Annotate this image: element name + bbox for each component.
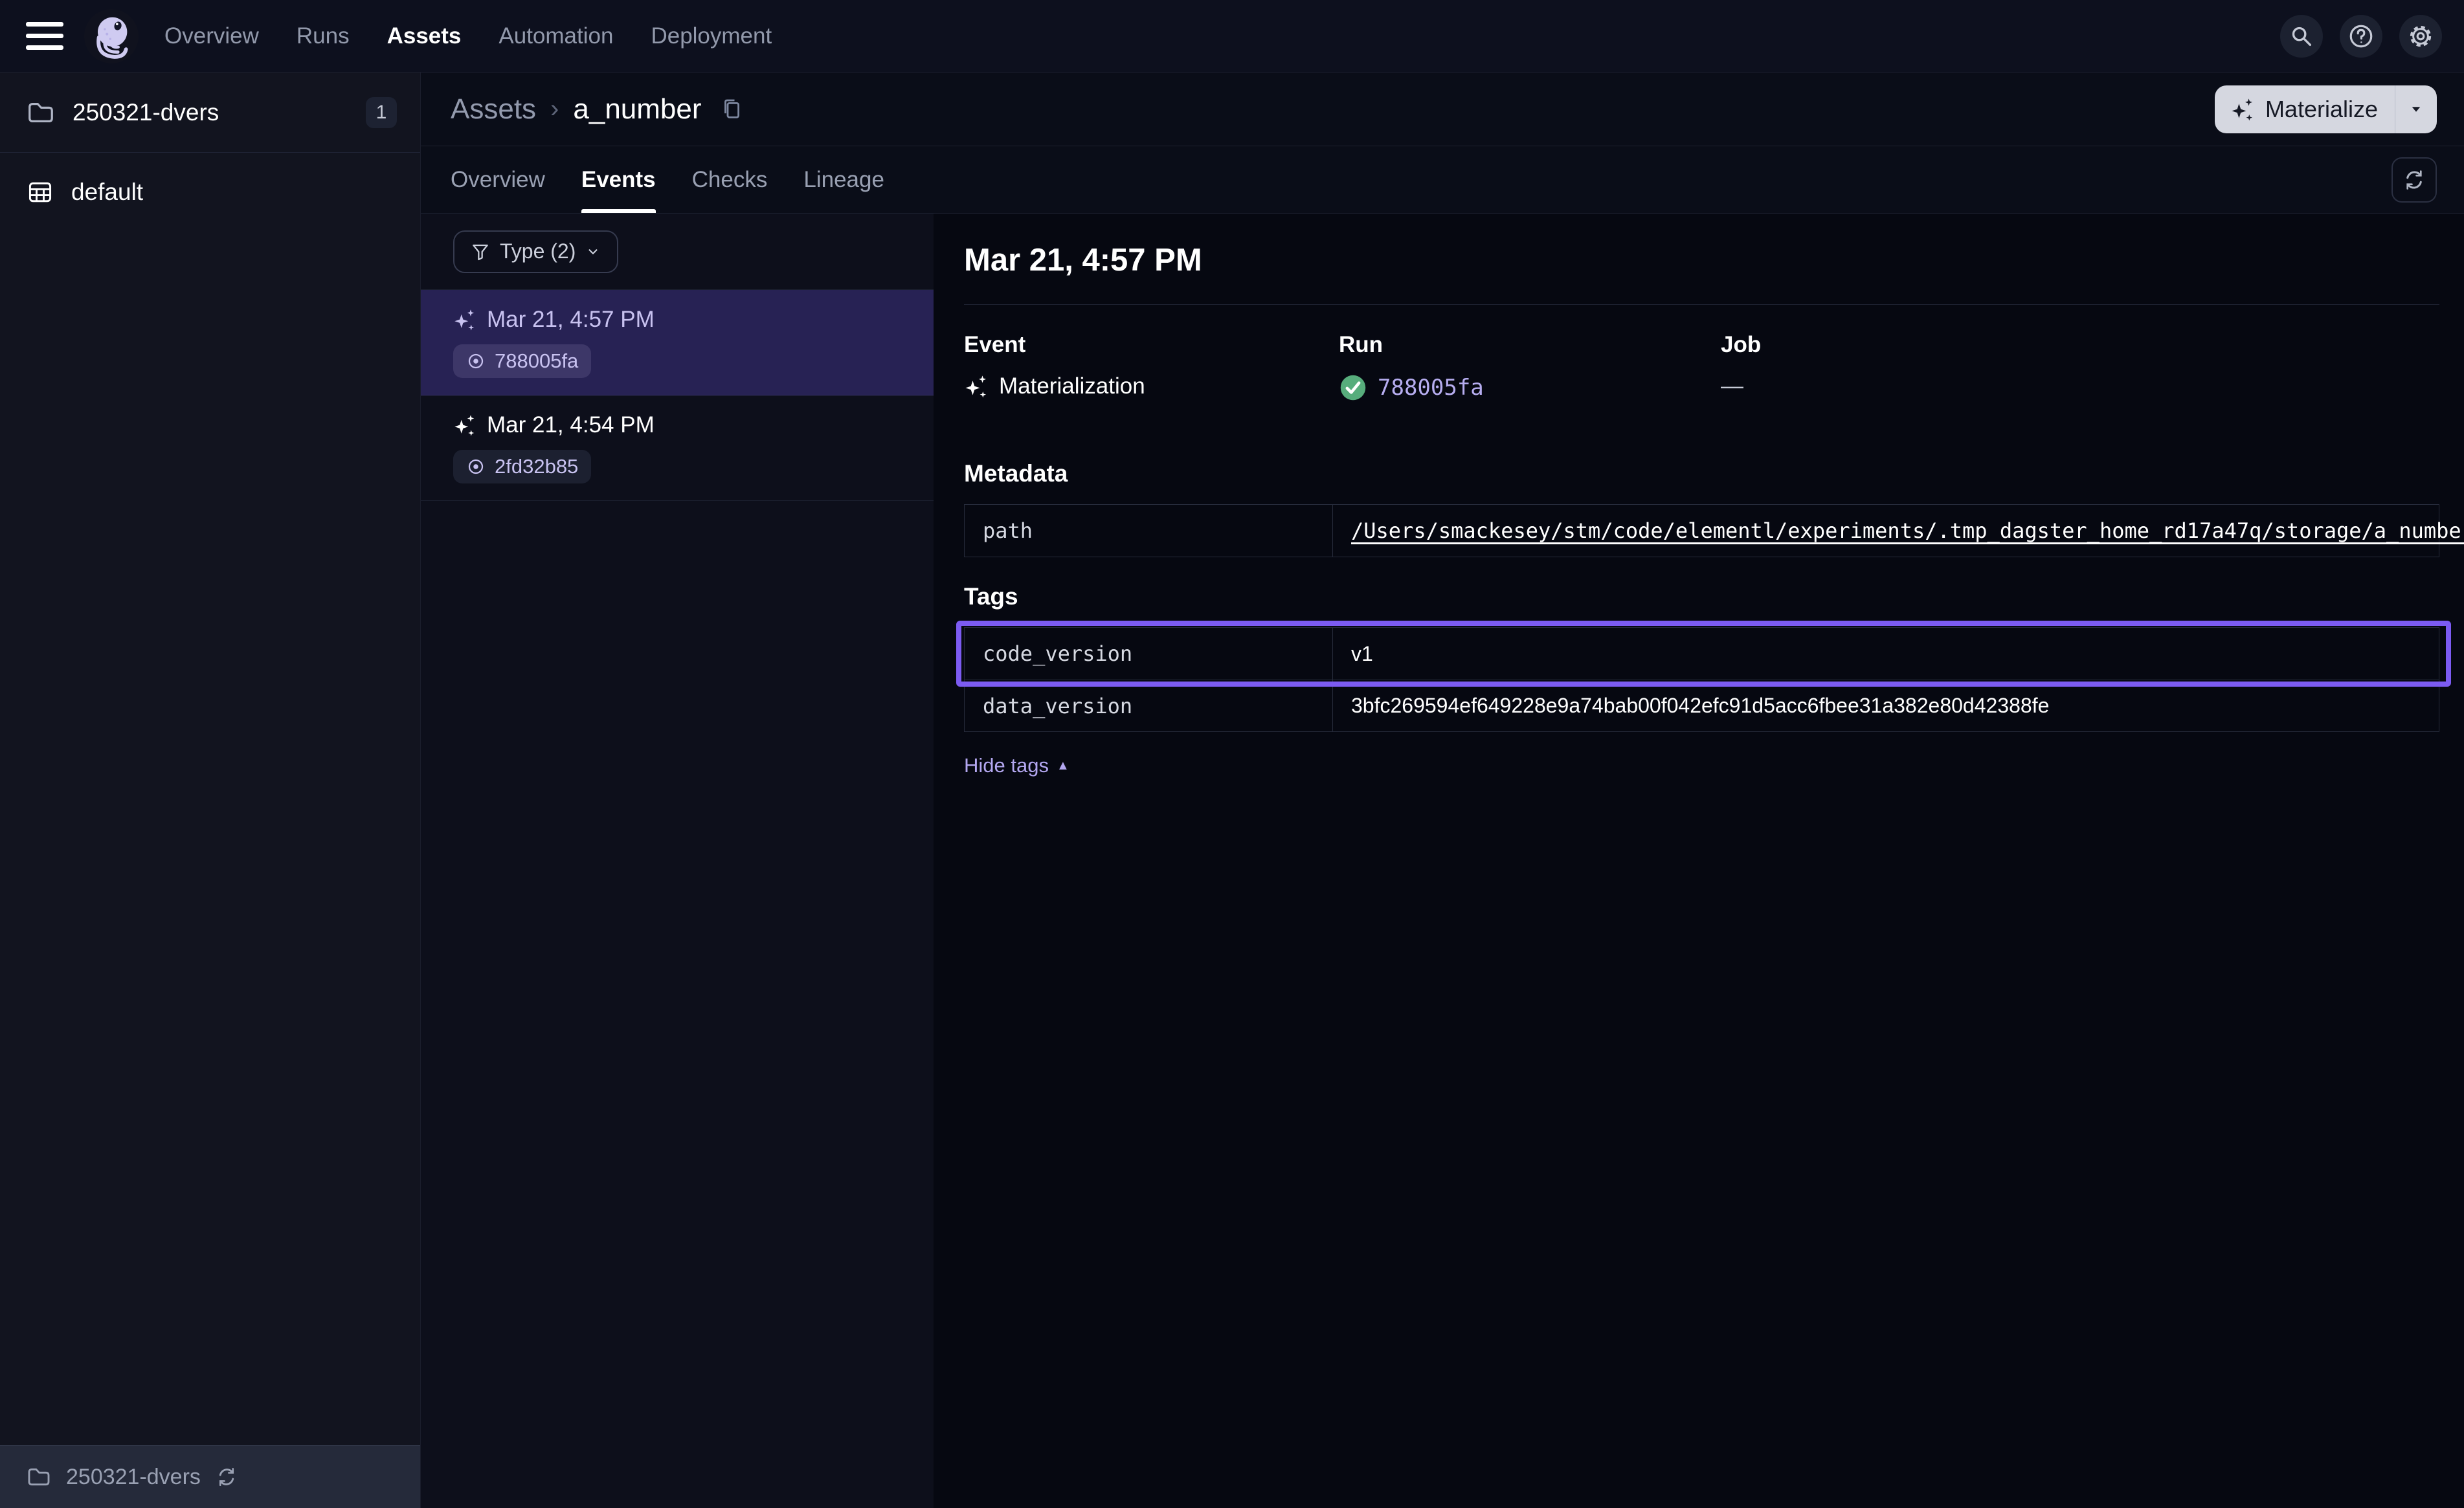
- asset-catalog-sidebar: 250321-dvers 1 default 250321-dvers: [0, 72, 421, 1508]
- divider: [964, 304, 2439, 305]
- event-summary-fields: Event Materialization Run 788005fa: [964, 332, 2439, 402]
- materialize-button[interactable]: Materialize: [2215, 85, 2395, 133]
- run-id-pill[interactable]: 2fd32b85: [453, 450, 591, 483]
- run-circle-dot-icon: [466, 351, 486, 371]
- event-timestamp: Mar 21, 4:57 PM: [487, 307, 655, 333]
- asset-tabs: Overview Events Checks Lineage: [451, 146, 884, 213]
- tag-key: data_version: [965, 680, 1333, 731]
- search-button[interactable]: [2280, 15, 2323, 58]
- hide-tags-link[interactable]: Hide tags ▲: [964, 754, 1070, 777]
- top-navigation-bar: Overview Runs Assets Automation Deployme…: [0, 0, 2464, 72]
- events-filter-bar: Type (2): [421, 214, 934, 290]
- tag-key: code_version: [965, 628, 1333, 680]
- materialize-sparkle-icon: [2230, 97, 2255, 122]
- field-label-job: Job: [1721, 332, 2439, 358]
- tab-overview[interactable]: Overview: [451, 146, 545, 213]
- footer-code-location-label: 250321-dvers: [66, 1465, 201, 1490]
- page-title: a_number: [573, 93, 701, 126]
- code-location-label: 250321-dvers: [73, 99, 219, 126]
- sidebar-item-default-group[interactable]: default: [0, 153, 420, 232]
- type-filter-button[interactable]: Type (2): [453, 230, 618, 273]
- caret-down-icon: [2406, 100, 2426, 119]
- type-filter-label: Type (2): [500, 239, 576, 263]
- field-label-run: Run: [1339, 332, 1721, 358]
- metadata-path-link[interactable]: /Users/smackesey/stm/code/elementl/exper…: [1351, 518, 2464, 543]
- copy-asset-name-button[interactable]: [719, 96, 746, 123]
- materialize-split-button: Materialize: [2215, 85, 2437, 133]
- tags-heading: Tags: [964, 583, 2439, 610]
- materialization-sparkle-icon: [453, 414, 476, 437]
- gear-icon: [2407, 23, 2434, 50]
- materialize-label: Materialize: [2265, 96, 2378, 123]
- sidebar-code-location[interactable]: 250321-dvers 1: [0, 72, 420, 153]
- filter-funnel-icon: [470, 241, 491, 262]
- dagster-logo[interactable]: [84, 9, 139, 63]
- search-icon: [2289, 23, 2314, 49]
- materialize-dropdown-button[interactable]: [2395, 85, 2437, 133]
- asset-group-icon: [26, 178, 54, 206]
- event-list-item[interactable]: Mar 21, 4:57 PM 788005fa: [421, 290, 934, 395]
- breadcrumb-separator: ›: [550, 94, 559, 124]
- tab-lineage[interactable]: Lineage: [803, 146, 884, 213]
- materialization-sparkle-icon: [964, 374, 989, 399]
- materialization-sparkle-icon: [453, 308, 476, 331]
- asset-count-badge: 1: [366, 97, 397, 128]
- sync-icon: [2402, 168, 2426, 192]
- field-label-event: Event: [964, 332, 1339, 358]
- topnav-actions: [2280, 15, 2442, 58]
- nav-item-overview[interactable]: Overview: [164, 23, 259, 49]
- primary-nav: Overview Runs Assets Automation Deployme…: [164, 23, 772, 49]
- folder-icon: [26, 1464, 52, 1490]
- field-event: Event Materialization: [964, 332, 1339, 402]
- job-value: —: [1721, 373, 1743, 399]
- table-row-data-version: data_version 3bfc269594ef649228e9a74bab0…: [965, 680, 2439, 731]
- tag-value: v1: [1333, 628, 2439, 680]
- metadata-table: path /Users/smackesey/stm/code/elementl/…: [964, 504, 2439, 557]
- sidebar-footer: 250321-dvers: [0, 1445, 420, 1508]
- hamburger-menu-icon[interactable]: [26, 22, 63, 50]
- chevron-down-icon: [585, 243, 601, 260]
- field-job: Job —: [1721, 332, 2439, 402]
- run-id-link[interactable]: 788005fa: [1378, 375, 1484, 401]
- event-timestamp: Mar 21, 4:54 PM: [487, 412, 655, 438]
- sync-icon[interactable]: [215, 1465, 238, 1489]
- event-type-value: Materialization: [999, 373, 1145, 399]
- events-list-panel: Type (2) Mar 21, 4:57 PM 788005fa: [421, 214, 934, 1508]
- help-icon: [2347, 23, 2375, 50]
- tab-events[interactable]: Events: [581, 146, 656, 213]
- tab-checks[interactable]: Checks: [692, 146, 768, 213]
- breadcrumb-assets-link[interactable]: Assets: [451, 93, 536, 126]
- event-list-item[interactable]: Mar 21, 4:54 PM 2fd32b85: [421, 395, 934, 501]
- run-id-label: 788005fa: [495, 349, 578, 373]
- event-detail-panel: Mar 21, 4:57 PM Event Materialization Ru…: [934, 214, 2464, 1508]
- run-id-pill[interactable]: 788005fa: [453, 344, 591, 378]
- table-row-code-version: code_version v1: [965, 628, 2439, 680]
- nav-item-automation[interactable]: Automation: [498, 23, 613, 49]
- help-button[interactable]: [2340, 15, 2382, 58]
- run-id-label: 2fd32b85: [495, 455, 578, 478]
- folder-icon: [26, 98, 56, 128]
- run-success-check-icon: [1339, 373, 1367, 402]
- hide-tags-label: Hide tags: [964, 754, 1049, 777]
- asset-tabs-bar: Overview Events Checks Lineage: [421, 146, 2464, 214]
- copy-icon: [719, 96, 746, 123]
- main-panel: Assets › a_number Materialize Overview: [421, 72, 2464, 1508]
- event-detail-title: Mar 21, 4:57 PM: [964, 242, 2439, 278]
- metadata-key: path: [965, 505, 1333, 557]
- run-circle-dot-icon: [466, 457, 486, 476]
- nav-item-deployment[interactable]: Deployment: [651, 23, 772, 49]
- asset-group-label: default: [71, 179, 143, 206]
- table-row: path /Users/smackesey/stm/code/elementl/…: [965, 505, 2439, 557]
- field-run: Run 788005fa: [1339, 332, 1721, 402]
- collapse-arrow-icon: ▲: [1057, 759, 1070, 773]
- nav-item-runs[interactable]: Runs: [297, 23, 350, 49]
- nav-item-assets[interactable]: Assets: [387, 23, 462, 49]
- tag-value: 3bfc269594ef649228e9a74bab00f042efc91d5a…: [1333, 680, 2439, 731]
- tags-table: code_version v1 data_version 3bfc269594e…: [964, 627, 2439, 732]
- settings-button[interactable]: [2399, 15, 2442, 58]
- breadcrumb: Assets › a_number Materialize: [421, 72, 2464, 146]
- refresh-button[interactable]: [2391, 157, 2437, 203]
- metadata-heading: Metadata: [964, 460, 2439, 487]
